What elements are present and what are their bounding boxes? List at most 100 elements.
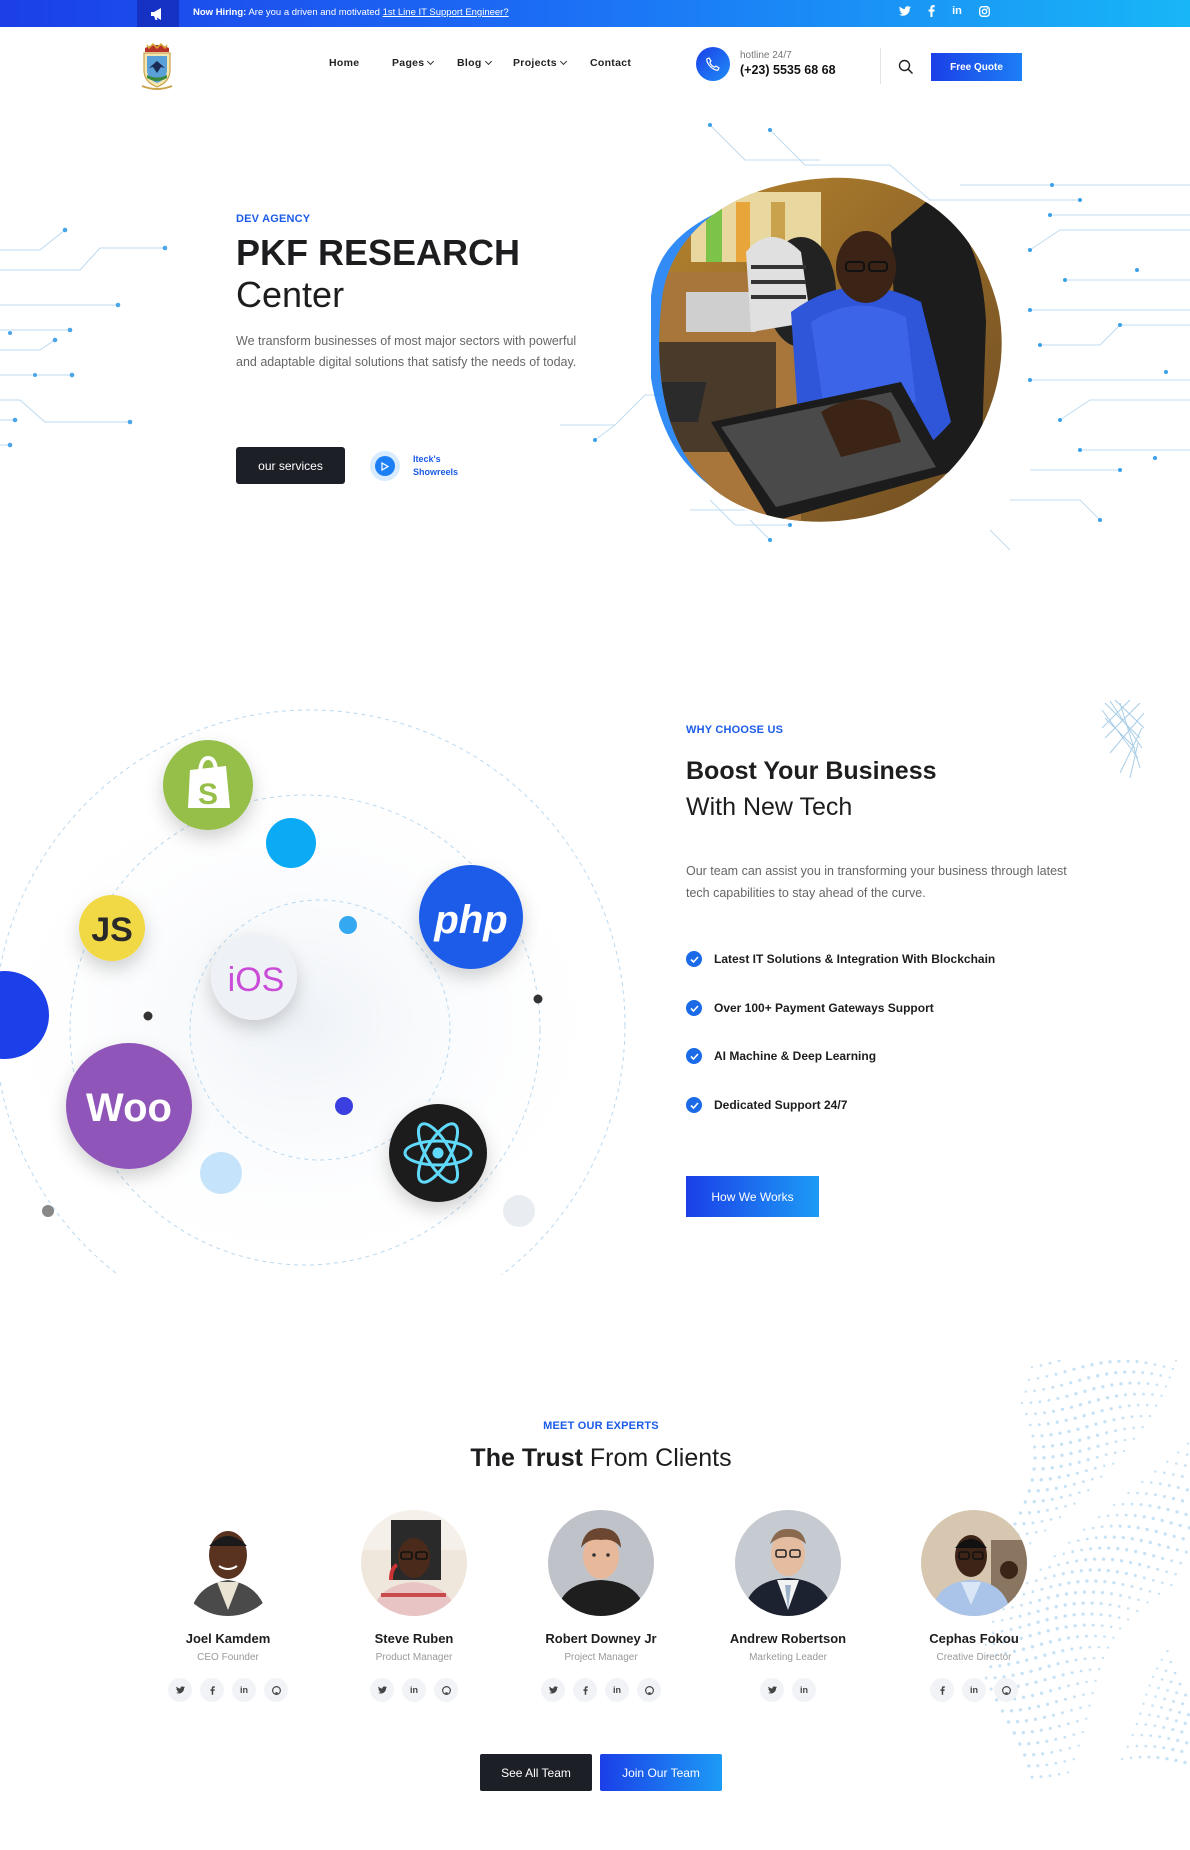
join-our-team-button[interactable]: Join Our Team [600,1754,722,1791]
ios-icon: iOS [211,934,297,1020]
member-role: Product Manager [375,1652,453,1663]
feature-label: Dedicated Support 24/7 [714,1098,848,1112]
linkedin-icon[interactable]: in [949,3,965,19]
free-quote-button[interactable]: Free Quote [931,53,1022,81]
facebook-icon[interactable] [923,3,939,19]
hero-subtitle: Center [236,274,345,315]
team-member-card[interactable]: Andrew Robertson Marketing Leader in [703,1510,873,1702]
see-all-team-button[interactable]: See All Team [480,1754,592,1791]
shopify-icon: S [163,740,253,830]
team-member-card[interactable]: Robert Downey Jr Project Manager in [516,1510,686,1702]
announcement-bar: Now Hiring: Are you a driven and motivat… [0,0,1190,27]
github-icon[interactable] [264,1678,288,1702]
play-showreel-button[interactable] [370,451,400,481]
php-text: php [433,898,507,942]
member-name: Robert Downey Jr [545,1631,657,1646]
chevron-down-icon [427,57,435,66]
why-description: Our team can assist you in transforming … [686,864,1067,900]
feature-item: AI Machine & Deep Learning [686,1048,876,1064]
member-role: Marketing Leader [749,1652,827,1663]
team-member-card[interactable]: Steve Ruben Product Manager in [329,1510,499,1702]
nav-projects-label: Projects [513,57,557,69]
javascript-icon: JS [79,895,145,961]
feature-item: Dedicated Support 24/7 [686,1097,847,1113]
twitter-icon[interactable] [370,1678,394,1702]
hiring-link[interactable]: 1st Line IT Support Engineer? [383,7,509,18]
hero-description: We transform businesses of most major se… [236,334,577,369]
why-title: Boost Your Business [686,757,937,785]
instagram-icon[interactable] [976,3,992,19]
header-divider [880,48,881,84]
linkedin-icon[interactable]: in [792,1678,816,1702]
why-subtitle: With New Tech [686,793,853,821]
member-role: Project Manager [564,1652,638,1663]
showreel-link[interactable]: Iteck's Showreels [413,453,473,479]
github-icon[interactable] [637,1678,661,1702]
search-icon[interactable] [898,59,914,75]
feature-label: AI Machine & Deep Learning [714,1049,877,1063]
nav-pages-label: Pages [392,57,425,69]
chevron-down-icon [559,57,567,66]
avatar [548,1510,654,1616]
chevron-down-icon [484,57,492,66]
our-services-button[interactable]: our services [236,447,345,484]
hero-eyebrow: DEV AGENCY [236,213,311,225]
check-icon [686,1097,702,1113]
linkedin-icon[interactable]: in [962,1678,986,1702]
avatar [361,1510,467,1616]
site-logo[interactable] [139,42,175,92]
facebook-icon[interactable] [573,1678,597,1702]
team-title: The Trust From Clients [0,1444,1190,1473]
mesh-decoration [1101,699,1145,778]
member-role: CEO Founder [197,1652,259,1663]
member-name: Andrew Robertson [729,1631,847,1646]
play-icon [375,456,395,476]
hiring-prefix: Now Hiring: [193,7,247,18]
react-icon [389,1104,487,1202]
how-we-works-button[interactable]: How We Works [686,1176,819,1217]
nav-home[interactable]: Home [329,57,359,69]
nav-projects[interactable]: Projects [513,57,567,69]
github-icon[interactable] [434,1678,458,1702]
check-icon [686,1000,702,1016]
feature-label: Latest IT Solutions & Integration With B… [714,952,996,966]
facebook-icon[interactable] [200,1678,224,1702]
circuit-decoration-left [0,227,168,448]
nav-contact[interactable]: Contact [590,57,631,69]
github-icon[interactable] [994,1678,1018,1702]
hotline-number[interactable]: (+23) 5535 68 68 [740,63,836,77]
member-name: Steve Ruben [374,1631,454,1646]
member-name: Joel Kamdem [185,1631,271,1646]
facebook-icon[interactable] [930,1678,954,1702]
woo-text: Woo [86,1086,172,1130]
hiring-text: Now Hiring: Are you a driven and motivat… [193,7,509,18]
check-icon [686,951,702,967]
ios-text: iOS [228,961,285,999]
twitter-icon[interactable] [168,1678,192,1702]
nav-blog-label: Blog [457,57,482,69]
twitter-icon[interactable] [541,1678,565,1702]
linkedin-icon[interactable]: in [232,1678,256,1702]
member-role: Creative Director [936,1652,1012,1663]
megaphone-icon [137,0,179,27]
twitter-icon[interactable] [897,3,913,19]
check-icon [686,1048,702,1064]
team-title-bold: The Trust [470,1444,583,1472]
team-member-card[interactable]: Cephas Fokou Creative Director in [889,1510,1059,1702]
nav-pages[interactable]: Pages [392,57,435,69]
tech-orbit-illustration: S JS php iOS Woo [0,709,630,1275]
team-eyebrow: MEET OUR EXPERTS [543,1420,659,1432]
linkedin-icon[interactable]: in [605,1678,629,1702]
phone-icon[interactable] [696,47,730,81]
avatar [735,1510,841,1616]
feature-item: Over 100+ Payment Gateways Support [686,1000,934,1016]
team-title-light: From Clients [589,1444,732,1472]
linkedin-icon[interactable]: in [402,1678,426,1702]
hero-title: PKF RESEARCH [236,232,521,273]
nav-blog[interactable]: Blog [457,57,492,69]
team-member-card[interactable]: Joel Kamdem CEO Founder in [143,1510,313,1702]
hero-team-photo [651,177,1002,522]
avatar [175,1510,281,1616]
php-icon: php [419,865,523,969]
twitter-icon[interactable] [760,1678,784,1702]
